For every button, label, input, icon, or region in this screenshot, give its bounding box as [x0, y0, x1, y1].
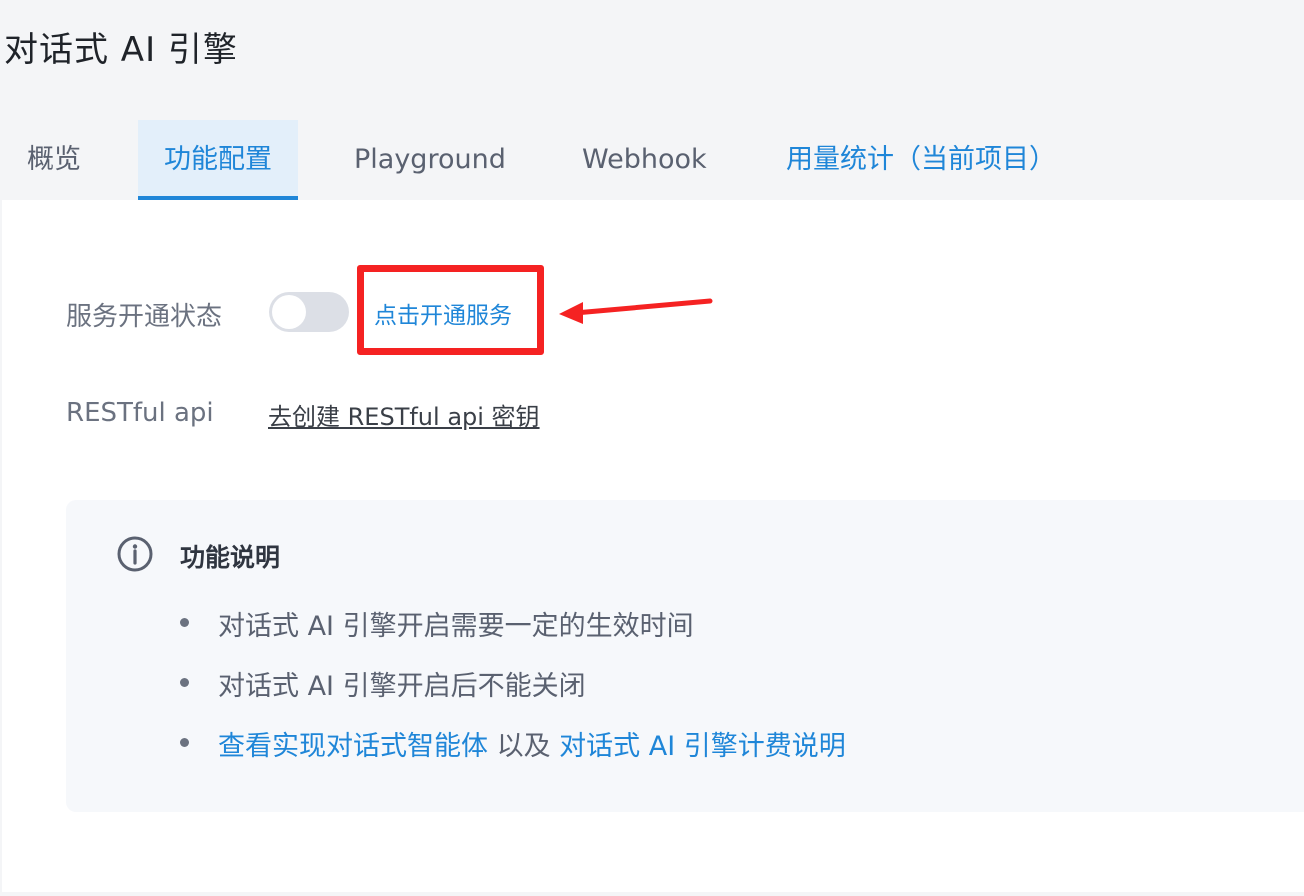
info-item: 对话式 AI 引擎开启后不能关闭: [218, 671, 586, 702]
highlight-box: [357, 265, 544, 355]
tab-bar: 概览 功能配置 Playground Webhook 用量统计（当前项目）: [0, 120, 1304, 200]
page-title: 对话式 AI 引擎: [4, 30, 238, 70]
restful-api-label: RESTful api: [66, 398, 214, 428]
agent-guide-link[interactable]: 查看实现对话式智能体: [218, 731, 488, 762]
info-item: 对话式 AI 引擎开启需要一定的生效时间: [218, 611, 694, 642]
info-box: 功能说明 对话式 AI 引擎开启需要一定的生效时间 对话式 AI 引擎开启后不能…: [66, 500, 1304, 812]
tab-feature-config[interactable]: 功能配置: [138, 120, 298, 200]
info-item: 查看实现对话式智能体 以及 对话式 AI 引擎计费说明: [218, 724, 846, 763]
billing-link[interactable]: 对话式 AI 引擎计费说明: [559, 731, 846, 762]
info-icon: [117, 536, 153, 572]
tab-playground[interactable]: Playground: [354, 120, 506, 200]
conjunction-text: 以及: [488, 731, 560, 762]
service-status-label: 服务开通状态: [66, 302, 223, 332]
create-api-key-link[interactable]: 去创建 RESTful api 密钥: [268, 397, 540, 432]
tab-overview[interactable]: 概览: [27, 120, 81, 200]
bullet-dot: [180, 618, 189, 627]
service-toggle[interactable]: [269, 292, 349, 332]
config-panel: 服务开通状态 点击开通服务 RESTful api 去创建 RESTful ap…: [2, 200, 1304, 892]
tab-webhook[interactable]: Webhook: [582, 120, 707, 200]
toggle-knob: [272, 295, 306, 329]
info-title: 功能说明: [180, 543, 281, 572]
red-arrow-icon: [559, 298, 713, 324]
bullet-dot: [180, 678, 189, 687]
tab-usage-stats[interactable]: 用量统计（当前项目）: [786, 120, 1056, 200]
bullet-dot: [180, 738, 189, 747]
